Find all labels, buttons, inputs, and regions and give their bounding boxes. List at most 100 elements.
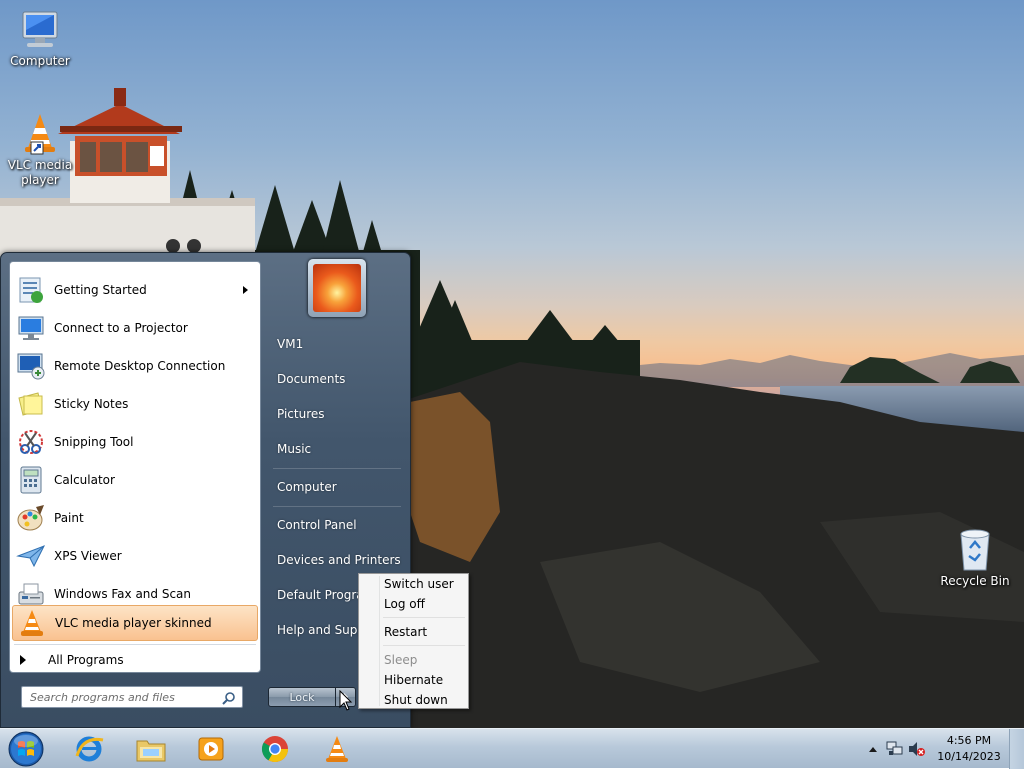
projector-icon (18, 316, 44, 340)
program-label: Snipping Tool (54, 435, 134, 449)
submenu-arrow-icon (243, 286, 248, 294)
media-player-icon (198, 737, 224, 761)
getting-started-icon (19, 277, 43, 303)
taskbar-clock[interactable]: 4:56 PM 10/14/2023 (934, 733, 1004, 765)
menu-separator (383, 645, 465, 646)
taskbar-chrome[interactable] (250, 732, 300, 766)
start-menu-programs-pane: Getting Started Connect to a Projector R… (9, 261, 261, 673)
menu-item-restart[interactable]: Restart (361, 623, 466, 641)
menu-item-label: Shut down (384, 693, 448, 707)
program-getting-started[interactable]: Getting Started (12, 272, 258, 308)
start-button[interactable] (6, 730, 46, 768)
taskbar-media-player[interactable] (186, 732, 236, 766)
program-label: Sticky Notes (54, 397, 129, 411)
program-snipping-tool[interactable]: Snipping Tool (12, 424, 258, 460)
program-remote-desktop[interactable]: Remote Desktop Connection (12, 348, 258, 384)
program-calculator[interactable]: Calculator (12, 462, 258, 498)
program-label: Windows Fax and Scan (54, 587, 192, 601)
paint-icon (17, 505, 44, 531)
taskbar-explorer[interactable] (126, 732, 176, 766)
desktop-icon-label: Recycle Bin (940, 574, 1010, 588)
mouse-cursor-icon (339, 690, 353, 711)
vlc-cone-icon (21, 610, 43, 636)
program-connect-projector[interactable]: Connect to a Projector (12, 310, 258, 346)
right-link-label: Pictures (277, 407, 325, 421)
calculator-icon (20, 466, 42, 494)
right-link-label: Music (277, 442, 312, 456)
taskbar-vlc[interactable] (312, 732, 362, 766)
program-label: Paint (54, 511, 84, 525)
right-link-user[interactable]: VM1 (269, 329, 405, 359)
lock-label: Lock (289, 690, 315, 704)
right-link-computer[interactable]: Computer (269, 472, 405, 502)
file-explorer-icon (136, 740, 166, 762)
desktop-icon-label: VLC media player (7, 158, 73, 187)
right-link-control-panel[interactable]: Control Panel (269, 510, 405, 540)
user-avatar-image (313, 264, 361, 312)
divider (14, 644, 256, 645)
recycle-bin-icon (960, 529, 990, 571)
menu-item-label: Restart (384, 625, 428, 639)
right-link-devices-printers[interactable]: Devices and Printers (269, 545, 405, 575)
right-link-label: VM1 (277, 337, 304, 351)
search-input[interactable] (28, 689, 222, 705)
internet-explorer-icon (75, 736, 104, 762)
search-icon[interactable] (222, 691, 236, 705)
program-label: Connect to a Projector (54, 321, 188, 335)
menu-item-switch-user[interactable]: Switch user (361, 575, 466, 593)
right-link-label: Documents (277, 372, 346, 386)
right-link-label: Devices and Printers (277, 553, 401, 567)
desktop-icon-recycle-bin[interactable]: Recycle Bin (935, 528, 1015, 589)
menu-item-shut-down[interactable]: Shut down (361, 691, 466, 709)
sticky-notes-icon (18, 392, 43, 416)
start-search-box[interactable] (21, 686, 243, 708)
start-menu: Getting Started Connect to a Projector R… (0, 252, 411, 728)
all-programs-label: All Programs (48, 653, 124, 667)
menu-item-label: Sleep (384, 653, 418, 667)
program-xps-viewer[interactable]: XPS Viewer (12, 538, 258, 574)
menu-item-sleep: Sleep (361, 651, 466, 669)
rocky-shore (400, 362, 1024, 728)
all-programs-button[interactable]: All Programs (12, 647, 258, 673)
desktop-icon-vlc[interactable]: VLC media player (0, 112, 80, 188)
program-label: XPS Viewer (54, 549, 122, 563)
menu-separator (383, 617, 465, 618)
expand-arrow-icon (20, 655, 26, 665)
program-label: Remote Desktop Connection (54, 359, 226, 373)
menu-item-label: Log off (384, 597, 425, 611)
remote-desktop-icon (17, 353, 45, 380)
clock-date: 10/14/2023 (937, 750, 1001, 763)
power-options-menu: Switch user Log off Restart Sleep Hibern… (358, 573, 469, 709)
menu-item-label: Hibernate (384, 673, 444, 687)
xps-viewer-icon (16, 545, 46, 568)
volume-muted-icon[interactable] (908, 741, 926, 757)
menu-item-hibernate[interactable]: Hibernate (361, 671, 466, 689)
chrome-icon (261, 736, 289, 763)
taskbar: 4:56 PM 10/14/2023 (0, 728, 1024, 769)
program-label: VLC media player skinned (55, 616, 212, 630)
vlc-cone-icon (25, 114, 55, 155)
desktop-icon-computer[interactable]: Computer (0, 10, 80, 69)
vlc-cone-icon (326, 736, 348, 762)
program-paint[interactable]: Paint (12, 500, 258, 536)
show-hidden-icons-icon[interactable] (868, 745, 878, 753)
right-link-documents[interactable]: Documents (269, 364, 405, 394)
divider (273, 506, 401, 507)
user-picture[interactable] (308, 259, 366, 317)
program-sticky-notes[interactable]: Sticky Notes (12, 386, 258, 422)
snipping-tool-icon (19, 430, 43, 454)
show-desktop-button[interactable] (1009, 729, 1024, 769)
right-link-pictures[interactable]: Pictures (269, 399, 405, 429)
lock-button[interactable]: Lock (268, 687, 336, 707)
fax-scan-icon (18, 583, 44, 605)
computer-icon (22, 11, 58, 47)
right-link-music[interactable]: Music (269, 434, 405, 464)
menu-item-log-off[interactable]: Log off (361, 595, 466, 613)
program-vlc-skinned[interactable]: VLC media player skinned (12, 605, 258, 641)
divider (273, 468, 401, 469)
right-link-label: Computer (277, 480, 337, 494)
program-label: Getting Started (54, 283, 147, 297)
program-label: Calculator (54, 473, 115, 487)
network-icon[interactable] (886, 741, 904, 757)
taskbar-ie[interactable] (64, 732, 114, 766)
